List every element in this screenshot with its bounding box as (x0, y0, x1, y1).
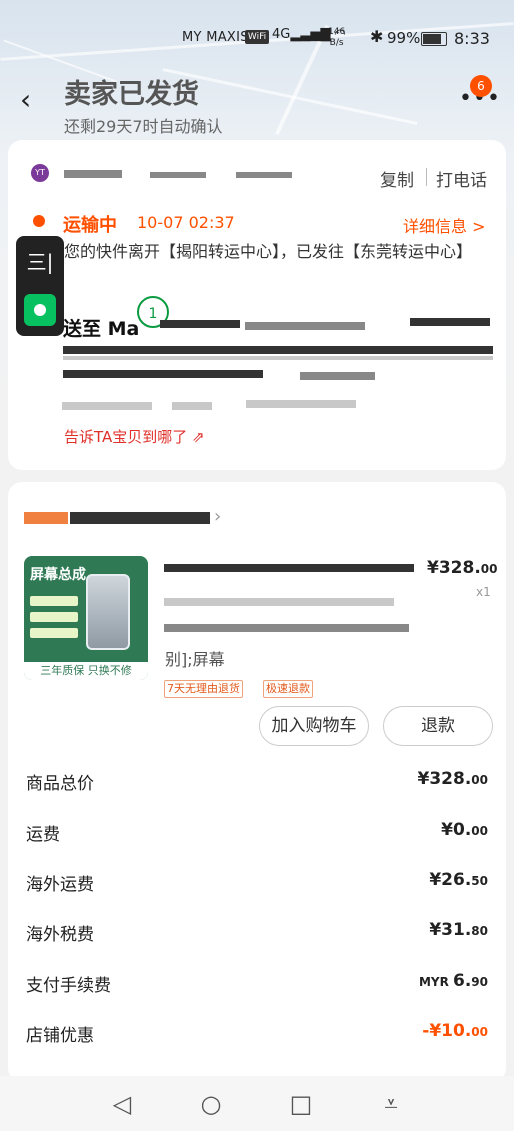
system-nav-bar: ◁ ○ □ ⩡ (0, 1076, 514, 1131)
product-image[interactable]: 屏幕总成 三年质保 只换不修 (24, 556, 148, 680)
carrier-label: MY MAXIS (182, 30, 249, 45)
phone-image (86, 574, 130, 650)
fee-label: 支付手续费 (26, 976, 111, 996)
status-dot (33, 215, 45, 227)
deliver-to-label: 送至 Ma (63, 318, 140, 340)
battery-icon (421, 32, 447, 46)
fee-value: MYR 6.90 (418, 971, 488, 991)
chevron-left-icon: ‹ (20, 83, 32, 116)
auto-confirm-countdown: 还剩29天7时自动确认 (64, 117, 223, 136)
fee-value: ¥31.80 (429, 920, 488, 940)
fee-label: 店铺优惠 (26, 1026, 94, 1046)
chat-icon (24, 294, 56, 326)
redacted-address (172, 402, 212, 410)
redacted-shop-name (24, 512, 68, 524)
redacted-title (164, 564, 414, 572)
status-bar: MY MAXIS WiFi 4G▂▃▅▇ ◠ 146 B/s ✱ 99% 8:33 (0, 0, 514, 76)
fee-label: 商品总价 (26, 774, 94, 794)
wifi-calling-icon: WiFi (245, 30, 269, 44)
network-speed: 146 B/s (328, 27, 346, 48)
clock: 8:33 (454, 29, 490, 48)
redacted-tracking (150, 172, 206, 178)
recents-square-icon[interactable]: □ (287, 1090, 315, 1118)
battery-percent: 99% (387, 29, 421, 47)
redacted-address (160, 320, 240, 328)
redacted-shop-name[interactable] (70, 512, 210, 524)
redacted-address (246, 400, 356, 408)
refund-button[interactable]: 退款 (383, 706, 493, 746)
shipping-description: 您的快件离开【揭阳转运中心】，已发往【东莞转运中心】 (64, 242, 473, 261)
redacted-address (63, 346, 493, 354)
product-image-title: 屏幕总成 (30, 567, 86, 583)
menu-icon: 三| (26, 250, 54, 274)
redacted-address (63, 370, 263, 378)
copy-button[interactable]: 复制 (380, 166, 414, 191)
return-policy-tag: 7天无理由退货 (164, 680, 243, 698)
redacted-title (164, 598, 394, 606)
shipping-status: 运输中 (63, 215, 117, 236)
more-button[interactable]: ••• 6 (455, 75, 500, 110)
page-title: 卖家已发货 (64, 79, 199, 110)
fee-value: ¥0.00 (441, 820, 488, 840)
shipping-time: 10-07 02:37 (137, 213, 235, 232)
redacted-address (245, 322, 365, 330)
chevron-right-icon[interactable]: › (214, 506, 221, 527)
image-tag (30, 612, 78, 622)
tell-where-link[interactable]: 告诉TA宝贝到哪了 ⇗ (64, 426, 205, 447)
redacted-address (63, 356, 493, 360)
redacted-address (300, 372, 375, 380)
detail-info-link[interactable]: 详细信息 > (403, 213, 486, 237)
image-tag (30, 596, 78, 606)
fast-refund-tag: 极速退款 (263, 680, 313, 698)
image-tag (30, 628, 78, 638)
add-to-cart-button[interactable]: 加入购物车 (259, 706, 369, 746)
back-button[interactable]: ‹ (20, 86, 44, 114)
fee-value: ¥328.00 (417, 769, 488, 789)
redacted-tracking (64, 170, 122, 178)
product-variant: 别];屏幕 (165, 650, 225, 669)
back-triangle-icon[interactable]: ◁ (108, 1090, 136, 1118)
redacted-tracking (236, 172, 292, 178)
redacted-address (410, 318, 490, 326)
call-button[interactable]: 打电话 (436, 166, 487, 191)
notification-pull-icon[interactable]: ⩡ (377, 1090, 405, 1118)
redacted-address (62, 402, 152, 410)
logistics-card (8, 140, 506, 470)
fee-label: 海外运费 (26, 875, 94, 895)
product-quantity: x1 (476, 585, 491, 599)
home-circle-icon[interactable]: ○ (197, 1090, 225, 1118)
fee-label: 运费 (26, 825, 60, 845)
notification-badge: 6 (470, 75, 492, 97)
redacted-title (164, 624, 409, 632)
product-image-footer: 三年质保 只换不修 (24, 662, 148, 680)
divider (426, 168, 427, 186)
product-price: ¥328.00 (427, 558, 498, 578)
fee-label: 海外税费 (26, 925, 94, 945)
bluetooth-icon: ✱ (370, 27, 384, 46)
discount-value: -¥10.00 (422, 1021, 488, 1041)
fee-value: ¥26.50 (429, 870, 488, 890)
courier-logo: YT (31, 164, 49, 182)
floating-widget[interactable]: 三| (16, 236, 64, 336)
